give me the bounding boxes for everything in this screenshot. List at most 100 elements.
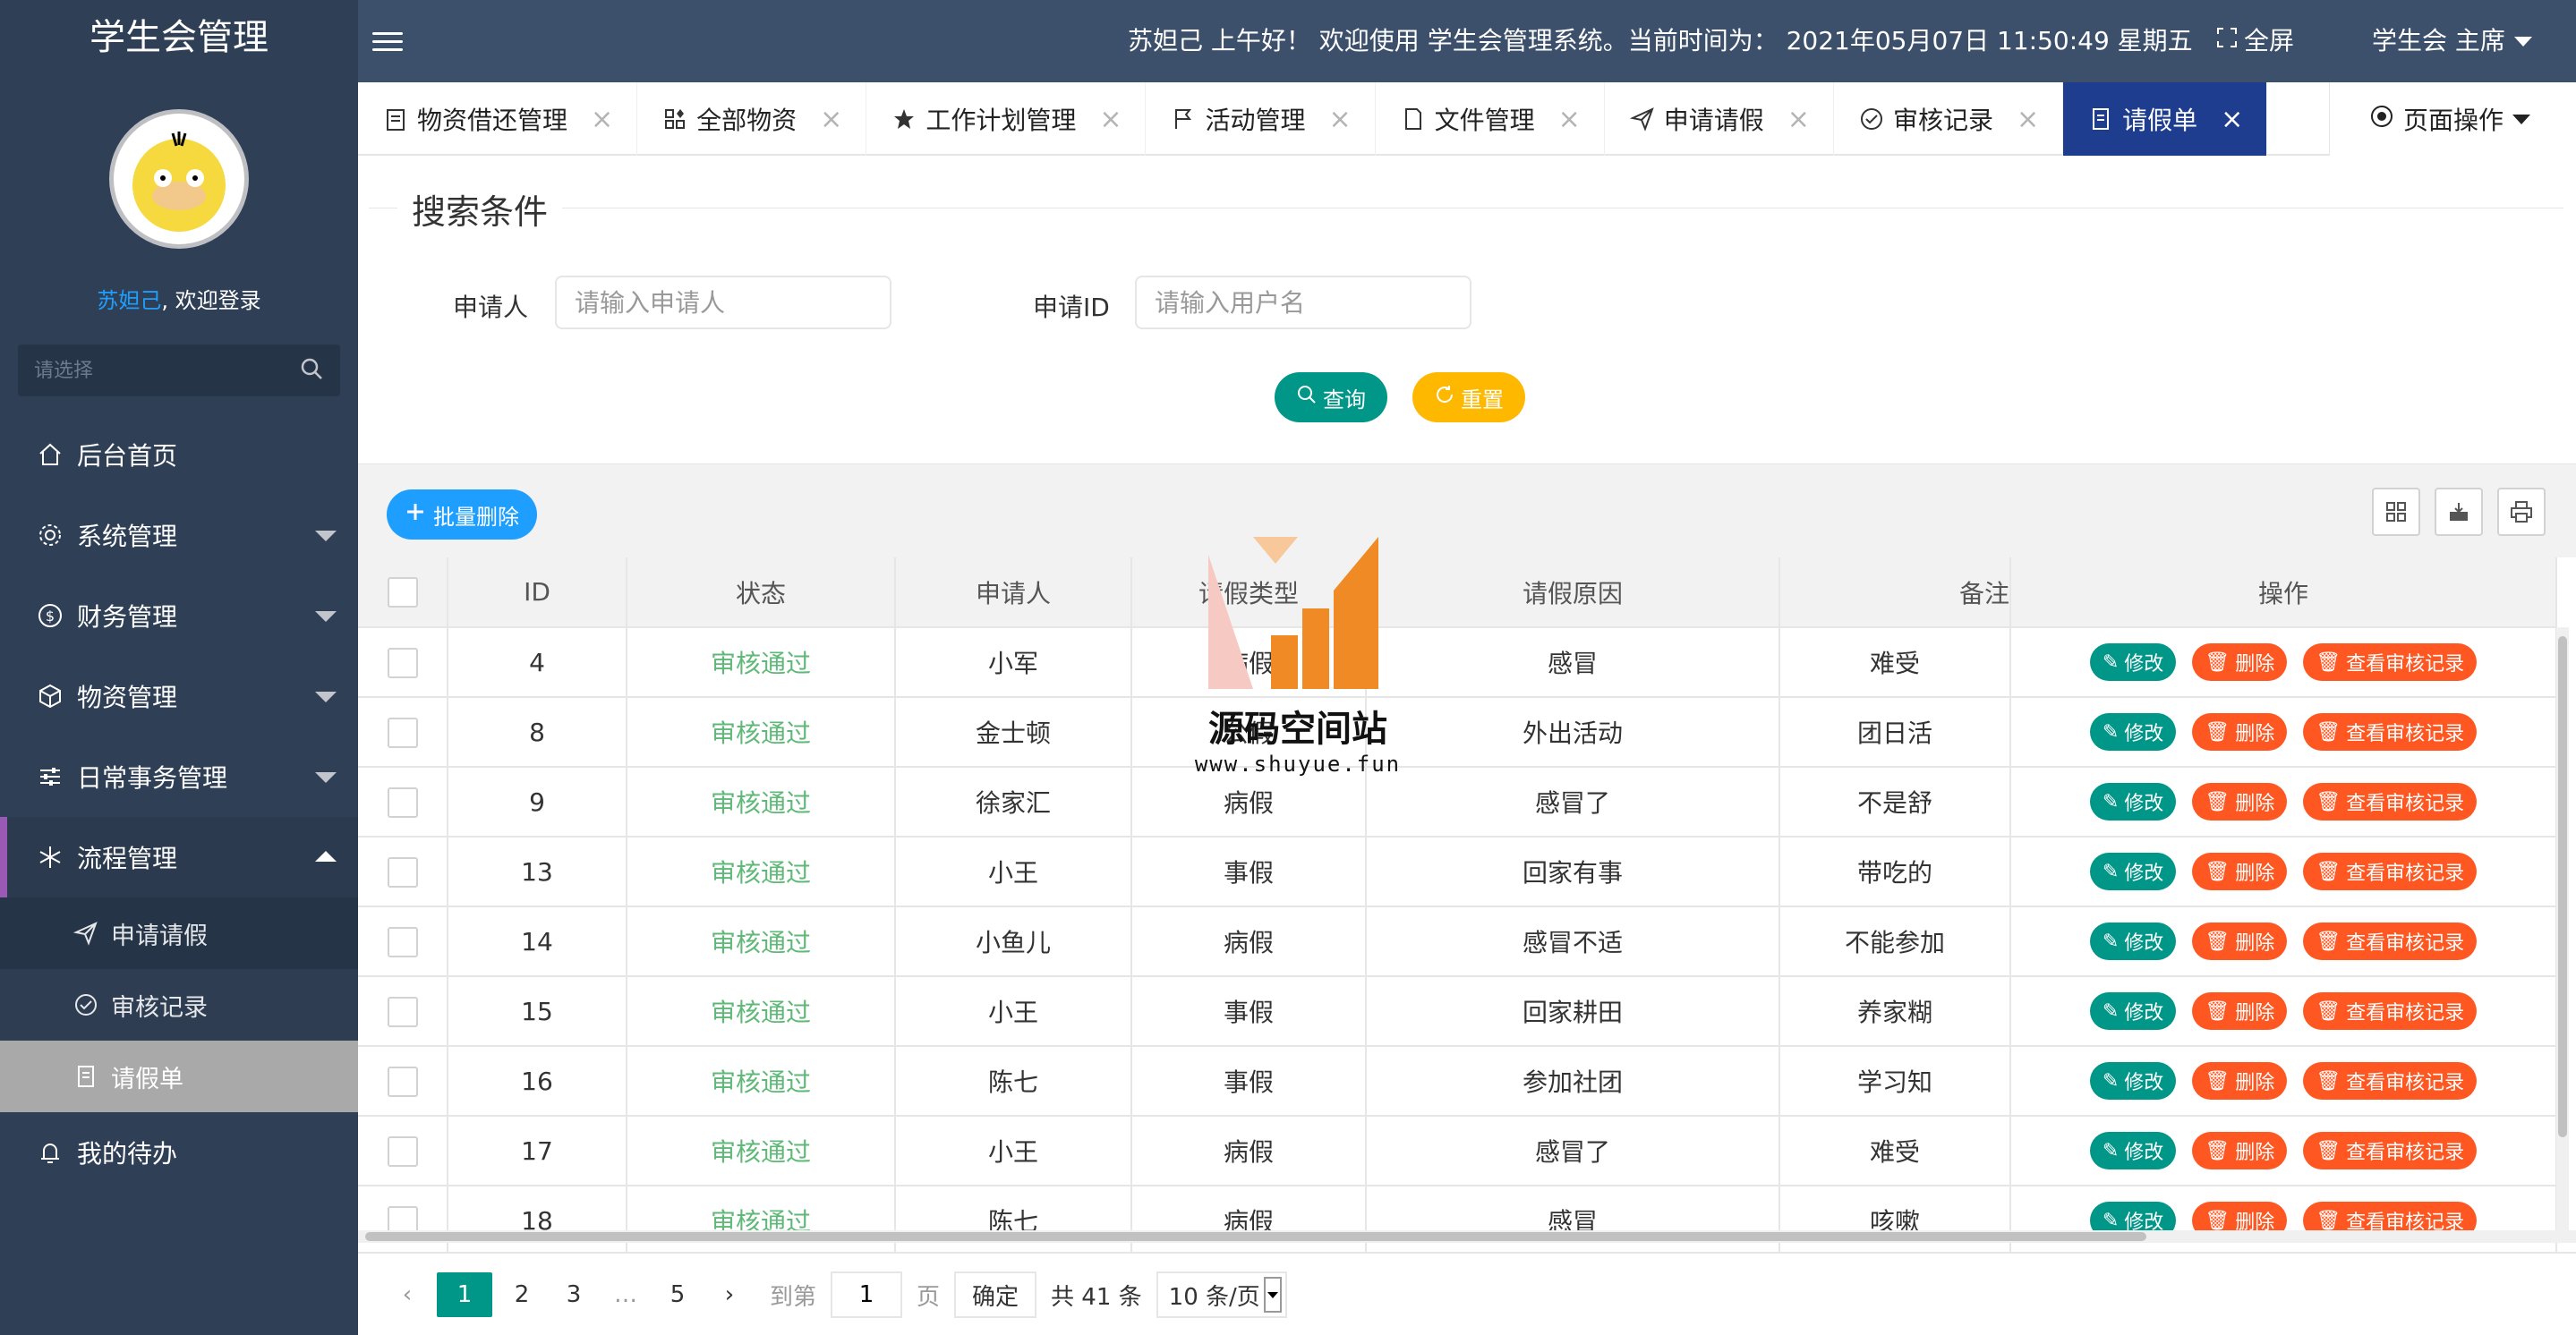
row-select-cell[interactable] [358, 767, 448, 838]
col-header-leave-type[interactable]: 请假类型 [1131, 557, 1367, 628]
sidebar-item-daily[interactable]: 日常事务管理 [0, 736, 358, 817]
edit-button[interactable]: ✎ 修改 [2089, 783, 2177, 821]
print-icon[interactable] [2497, 488, 2546, 536]
horizontal-scrollbar[interactable] [358, 1230, 2576, 1243]
row-select-cell[interactable] [358, 976, 448, 1047]
col-header-applicant[interactable]: 申请人 [895, 557, 1132, 628]
view-audit-button[interactable]: 🗑 查看审核记录 [2303, 923, 2478, 960]
row-select-cell[interactable] [358, 627, 448, 698]
delete-button[interactable]: 🗑 删除 [2192, 1062, 2288, 1100]
goto-confirm-button[interactable]: 确定 [954, 1271, 1037, 1318]
sidebar-subitem-leave-form[interactable]: 请假单 [0, 1041, 358, 1112]
sidebar-item-finance[interactable]: $ 财务管理 [0, 575, 358, 656]
columns-filter-icon[interactable] [2372, 488, 2420, 536]
col-header-remark[interactable]: 备注 [1779, 557, 2011, 628]
tab-activity[interactable]: 活动管理 × [1146, 82, 1376, 156]
view-audit-button[interactable]: 🗑 查看审核记录 [2303, 853, 2478, 890]
row-checkbox[interactable] [387, 856, 418, 888]
close-icon[interactable]: × [820, 104, 842, 135]
sidebar-item-system[interactable]: 系统管理 [0, 495, 358, 575]
sidebar-item-materials[interactable]: 物资管理 [0, 656, 358, 736]
delete-button[interactable]: 🗑 删除 [2192, 713, 2288, 751]
goto-page-input[interactable] [831, 1271, 903, 1318]
batch-delete-button[interactable]: 批量删除 [387, 489, 537, 540]
row-checkbox[interactable] [387, 717, 418, 748]
edit-button[interactable]: ✎ 修改 [2089, 923, 2177, 960]
search-icon[interactable] [299, 356, 324, 385]
edit-button[interactable]: ✎ 修改 [2089, 713, 2177, 751]
avatar[interactable] [109, 109, 249, 249]
tab-audit-records[interactable]: 审核记录 × [1834, 82, 2064, 156]
tab-work-plan[interactable]: 工作计划管理 × [866, 82, 1147, 156]
menu-toggle-icon[interactable] [372, 31, 403, 51]
prev-page-icon[interactable]: ‹ [385, 1272, 430, 1317]
fullscreen-button[interactable]: 全屏 [2215, 0, 2294, 82]
edit-button[interactable]: ✎ 修改 [2089, 853, 2177, 890]
page-2[interactable]: 2 [499, 1272, 544, 1317]
row-checkbox[interactable] [387, 1066, 418, 1097]
row-select-cell[interactable] [358, 1116, 448, 1186]
view-audit-button[interactable]: 🗑 查看审核记录 [2303, 643, 2478, 681]
delete-button[interactable]: 🗑 删除 [2192, 853, 2288, 890]
select-all-cell[interactable] [358, 557, 448, 628]
username[interactable]: 苏妲己 [97, 288, 161, 313]
row-select-cell[interactable] [358, 1186, 448, 1256]
query-button[interactable]: 查询 [1275, 372, 1387, 422]
page-1[interactable]: 1 [437, 1272, 492, 1317]
row-checkbox[interactable] [387, 647, 418, 678]
tab-leave-form[interactable]: 请假单 × [2063, 82, 2268, 156]
view-audit-button[interactable]: 🗑 查看审核记录 [2303, 992, 2478, 1030]
sidebar-subitem-apply-leave[interactable]: 申请请假 [0, 897, 358, 969]
page-3[interactable]: 3 [551, 1272, 596, 1317]
view-audit-button[interactable]: 🗑 查看审核记录 [2303, 783, 2478, 821]
close-icon[interactable]: × [1558, 104, 1581, 135]
close-icon[interactable]: × [1099, 104, 1122, 135]
tab-all-materials[interactable]: 全部物资 × [637, 82, 867, 156]
col-header-status[interactable]: 状态 [627, 557, 896, 628]
view-audit-button[interactable]: 🗑 查看审核记录 [2303, 1062, 2478, 1100]
tab-material-lending[interactable]: 物资借还管理 × [358, 82, 638, 156]
edit-button[interactable]: ✎ 修改 [2089, 643, 2177, 681]
edit-button[interactable]: ✎ 修改 [2089, 1132, 2177, 1169]
close-icon[interactable]: × [1328, 104, 1351, 135]
sidebar-subitem-audit-records[interactable]: 审核记录 [0, 969, 358, 1041]
page-operations-menu[interactable]: 页面操作 [2329, 82, 2576, 156]
reset-button[interactable]: 重置 [1412, 372, 1525, 422]
export-icon[interactable] [2435, 488, 2483, 536]
user-menu[interactable]: 学生会 主席 [2372, 0, 2532, 82]
row-select-cell[interactable] [358, 906, 448, 977]
sidebar-item-workflow[interactable]: 流程管理 [0, 817, 358, 897]
row-checkbox[interactable] [387, 787, 418, 818]
row-checkbox[interactable] [387, 996, 418, 1027]
col-header-id[interactable]: ID [448, 557, 627, 628]
vertical-scrollbar[interactable] [2556, 627, 2569, 1230]
select-all-checkbox[interactable] [387, 577, 418, 608]
row-checkbox[interactable] [387, 926, 418, 957]
delete-button[interactable]: 🗑 删除 [2192, 643, 2288, 681]
applicant-input[interactable] [555, 276, 891, 329]
edit-button[interactable]: ✎ 修改 [2089, 992, 2177, 1030]
next-page-icon[interactable]: › [707, 1272, 752, 1317]
close-icon[interactable]: × [2221, 104, 2243, 135]
col-header-reason[interactable]: 请假原因 [1366, 557, 1780, 628]
close-icon[interactable]: × [591, 104, 613, 135]
row-select-cell[interactable] [358, 1046, 448, 1117]
delete-button[interactable]: 🗑 删除 [2192, 992, 2288, 1030]
sidebar-search-input[interactable] [34, 359, 299, 382]
view-audit-button[interactable]: 🗑 查看审核记录 [2303, 1132, 2478, 1169]
row-select-cell[interactable] [358, 837, 448, 907]
row-select-cell[interactable] [358, 697, 448, 768]
delete-button[interactable]: 🗑 删除 [2192, 783, 2288, 821]
close-icon[interactable]: × [1787, 104, 1810, 135]
tab-files[interactable]: 文件管理 × [1376, 82, 1605, 156]
page-5[interactable]: 5 [655, 1272, 700, 1317]
view-audit-button[interactable]: 🗑 查看审核记录 [2303, 713, 2478, 751]
delete-button[interactable]: 🗑 删除 [2192, 923, 2288, 960]
delete-button[interactable]: 🗑 删除 [2192, 1132, 2288, 1169]
row-checkbox[interactable] [387, 1135, 418, 1167]
application-id-input[interactable] [1135, 276, 1471, 329]
sidebar-item-home[interactable]: 后台首页 [0, 414, 358, 495]
tab-apply-leave[interactable]: 申请请假 × [1605, 82, 1834, 156]
edit-button[interactable]: ✎ 修改 [2089, 1062, 2177, 1100]
close-icon[interactable]: × [2017, 104, 2039, 135]
